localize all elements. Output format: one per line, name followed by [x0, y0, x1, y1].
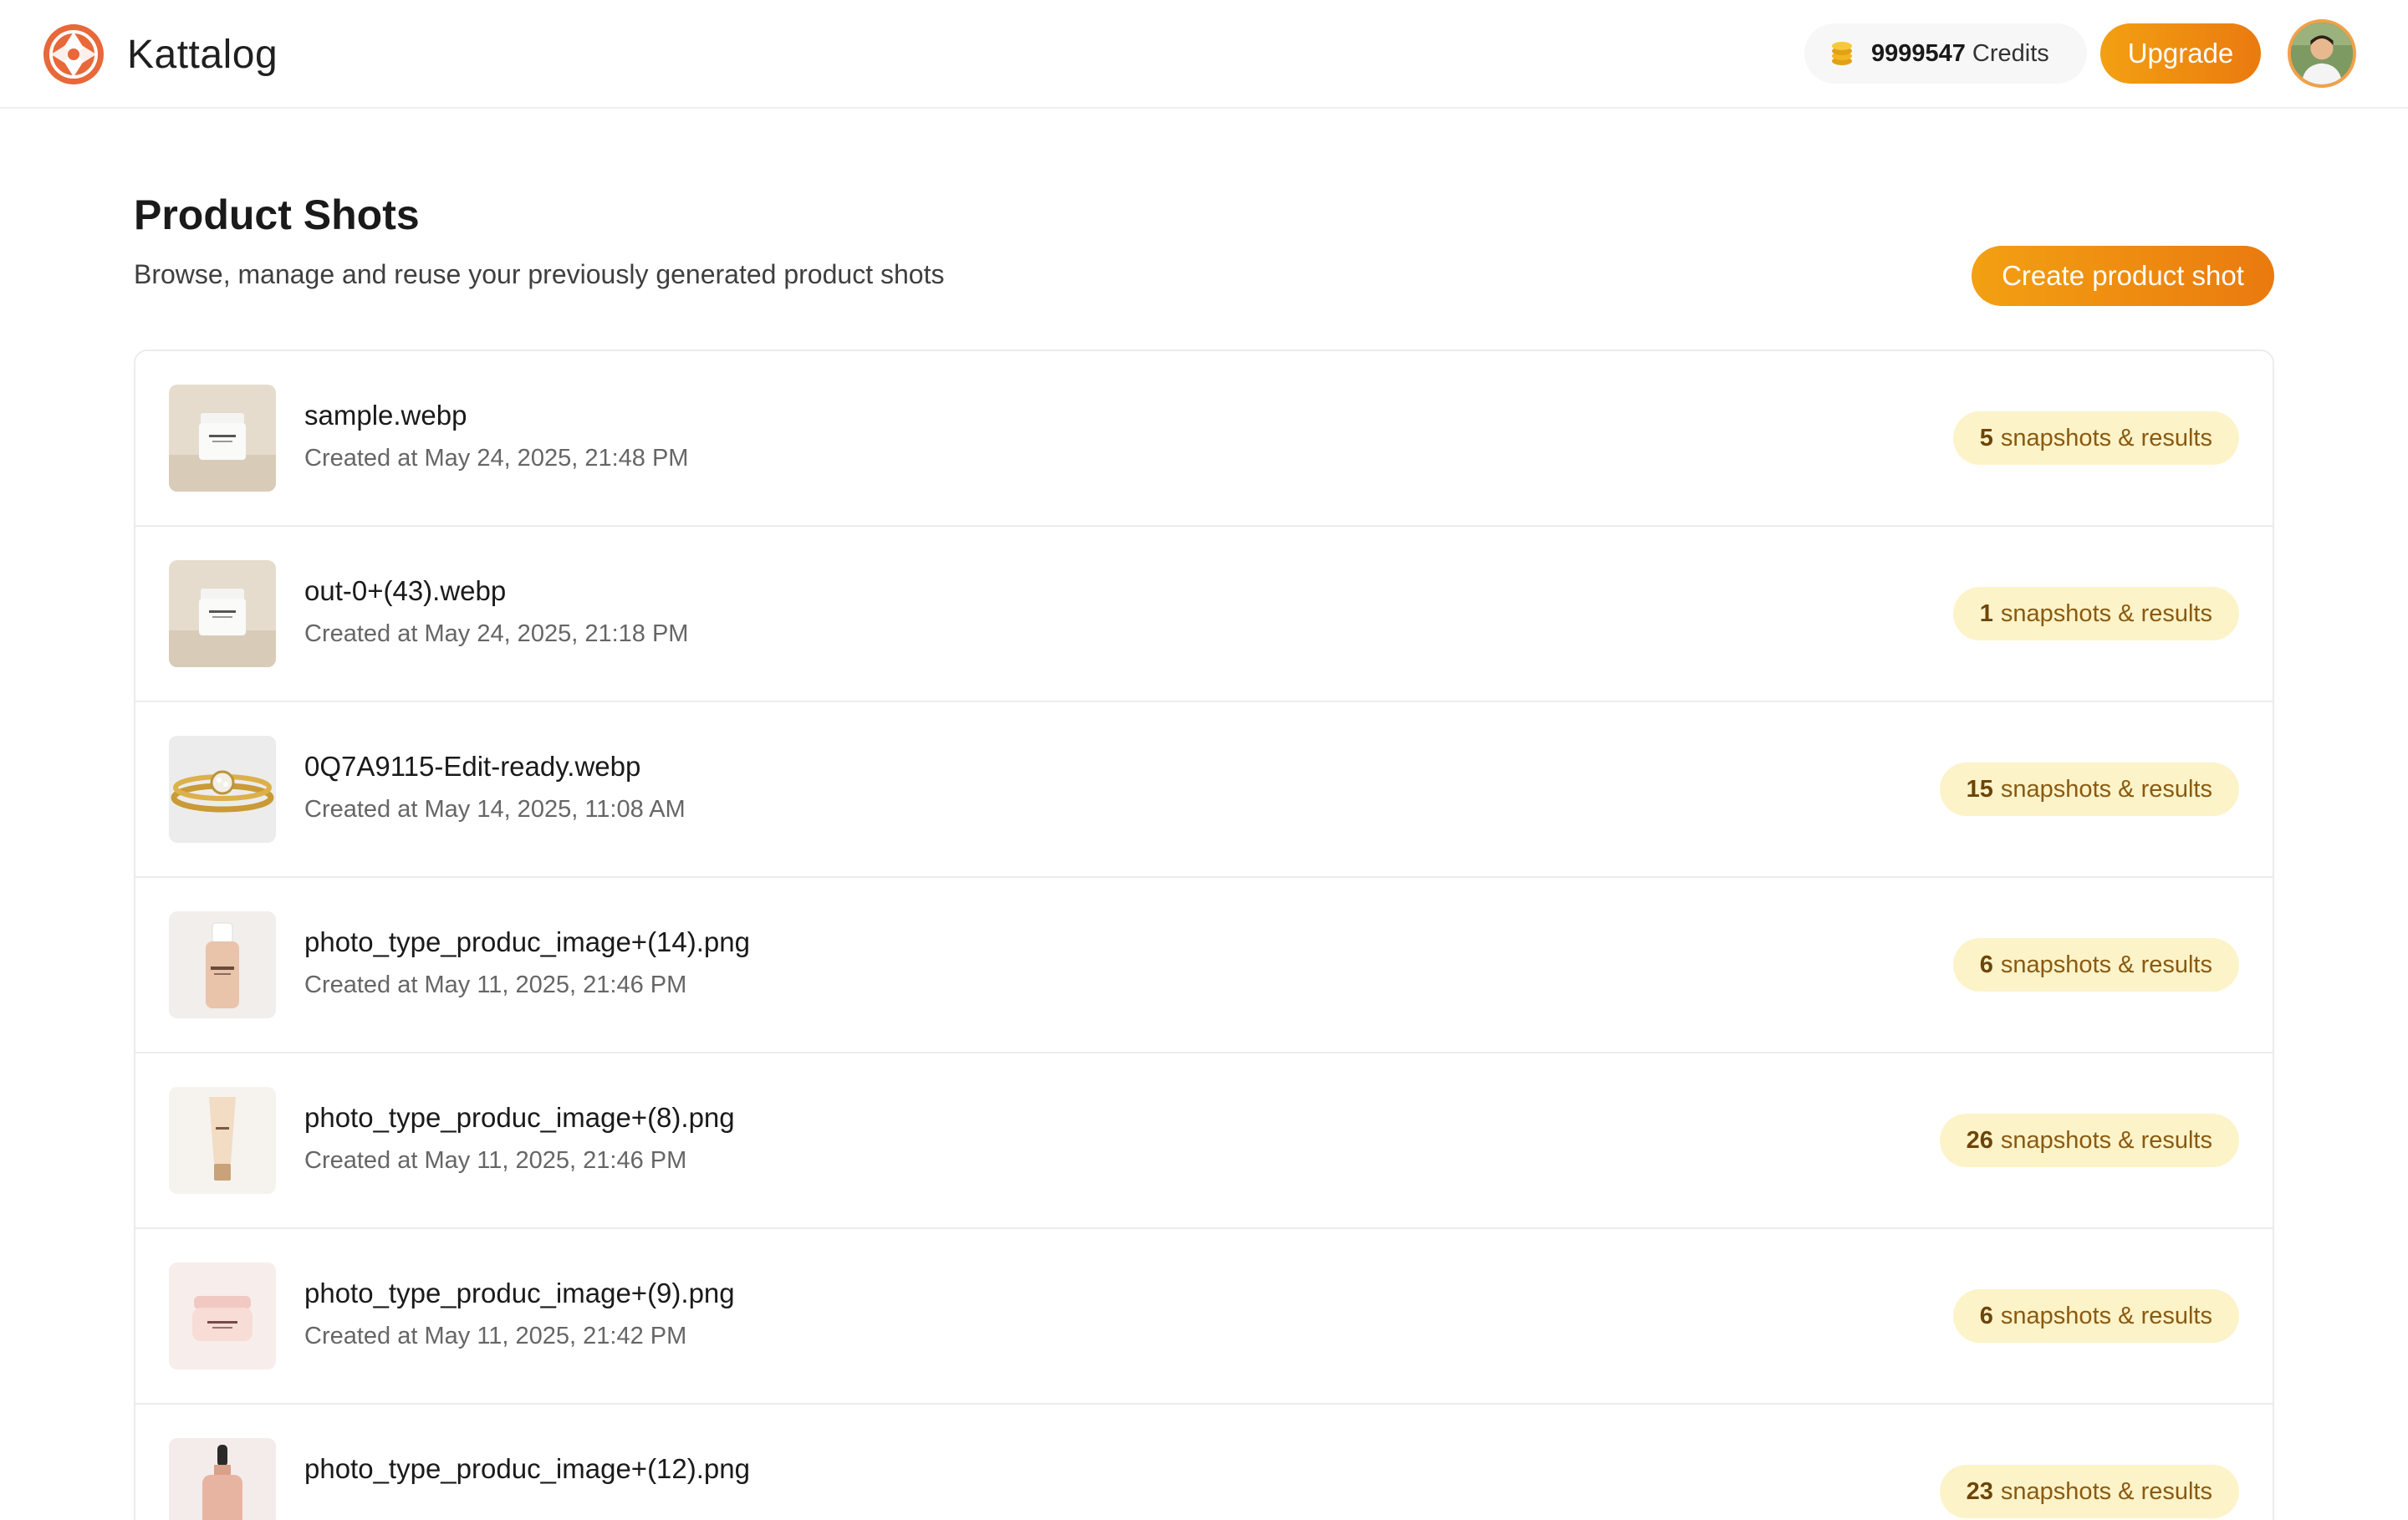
shot-name: 0Q7A9115-Edit-ready.webp [304, 751, 641, 782]
snapshots-count: 6 [1979, 951, 1993, 978]
dropper-bottle-image [169, 1438, 276, 1520]
upgrade-button[interactable]: Upgrade [2100, 23, 2261, 84]
snapshots-count-badge[interactable]: 23 snapshots & results [1939, 1465, 2239, 1518]
snapshots-count-badge[interactable]: 15 snapshots & results [1939, 763, 2239, 816]
shot-name: out-0+(43).webp [304, 575, 507, 606]
avatar-image [2291, 23, 2353, 84]
snapshots-count: 1 [1979, 599, 1993, 627]
cream-jar-image [169, 385, 276, 492]
snapshots-count-badge[interactable]: 6 snapshots & results [1952, 1289, 2239, 1343]
product-thumbnail [169, 560, 276, 667]
product-thumbnail [169, 1438, 276, 1520]
shot-name: photo_type_produc_image+(14).png [304, 926, 750, 957]
list-item[interactable]: photo_type_produc_image+(9).png Created … [135, 1229, 2273, 1405]
list-item[interactable]: photo_type_produc_image+(12).png 23 snaps… [135, 1405, 2273, 1520]
snapshots-count-badge[interactable]: 1 snapshots & results [1952, 587, 2239, 640]
shot-date: Created at May 14, 2025, 11:08 AM [304, 796, 686, 823]
create-product-shot-button[interactable]: Create product shot [1972, 246, 2274, 306]
shot-date: Created at May 11, 2025, 21:46 PM [304, 972, 687, 998]
snapshots-label: snapshots & results [2000, 951, 2212, 978]
coin-stack-icon [1832, 42, 1852, 65]
snapshots-label: snapshots & results [2000, 1477, 2212, 1505]
snapshots-count-badge[interactable]: 5 snapshots & results [1952, 411, 2239, 465]
product-thumbnail [169, 385, 276, 492]
list-item[interactable]: 0Q7A9115-Edit-ready.webp Created at May … [135, 702, 2273, 878]
shot-name: photo_type_produc_image+(9).png [304, 1278, 735, 1308]
product-thumbnail [169, 1087, 276, 1194]
gold-rings-image [169, 736, 276, 843]
pink-jar-image [169, 1262, 276, 1370]
shot-date: Created at May 11, 2025, 21:42 PM [304, 1323, 687, 1349]
shot-date: Created at May 24, 2025, 21:18 PM [304, 620, 689, 647]
product-thumbnail [169, 911, 276, 1018]
list-item[interactable]: sample.webp Created at May 24, 2025, 21:… [135, 351, 2273, 527]
user-avatar[interactable] [2288, 19, 2356, 88]
shot-name: photo_type_produc_image+(12).png [304, 1453, 750, 1484]
brand-name: Kattalog [127, 32, 278, 77]
page-title: Product Shots [134, 191, 420, 238]
credits-value: 9999547 [1871, 39, 1966, 67]
snapshots-label: snapshots & results [2000, 775, 2212, 803]
snapshots-count-badge[interactable]: 6 snapshots & results [1952, 938, 2239, 992]
snapshots-count: 23 [1966, 1477, 1993, 1505]
snapshots-label: snapshots & results [2000, 1126, 2212, 1154]
product-thumbnail [169, 1262, 276, 1370]
credits-label: Credits [1972, 39, 2049, 67]
snapshots-label: snapshots & results [2000, 1302, 2212, 1329]
kattalog-logo-icon [43, 24, 104, 84]
snapshots-label: snapshots & results [2000, 424, 2212, 451]
brand[interactable]: Kattalog [42, 22, 278, 87]
snapshots-label: snapshots & results [2000, 599, 2212, 627]
snapshots-count-badge[interactable]: 26 snapshots & results [1939, 1114, 2239, 1167]
snapshots-count: 6 [1979, 1302, 1993, 1329]
product-thumbnail [169, 736, 276, 843]
shot-date: Created at May 24, 2025, 21:48 PM [304, 445, 689, 472]
shot-date: Created at May 11, 2025, 21:46 PM [304, 1147, 687, 1174]
foundation-bottle-image [169, 911, 276, 1018]
shot-name: photo_type_produc_image+(8).png [304, 1102, 735, 1133]
top-bar: Kattalog 9999547 Credits Upgrade [0, 0, 2408, 109]
snapshots-count: 15 [1966, 775, 1993, 803]
product-shot-list: sample.webp Created at May 24, 2025, 21:… [134, 349, 2274, 1520]
snapshots-count: 26 [1966, 1126, 1993, 1154]
shot-name: sample.webp [304, 400, 467, 431]
snapshots-count: 5 [1979, 424, 1993, 451]
list-item[interactable]: photo_type_produc_image+(8).png Created … [135, 1053, 2273, 1229]
credits-indicator[interactable]: 9999547 Credits [1804, 23, 2087, 84]
list-item[interactable]: photo_type_produc_image+(14).png Created… [135, 878, 2273, 1053]
page-subtitle: Browse, manage and reuse your previously… [134, 259, 945, 289]
cream-jar-image [169, 560, 276, 667]
cream-tube-image [169, 1087, 276, 1194]
list-item[interactable]: out-0+(43).webp Created at May 24, 2025,… [135, 527, 2273, 702]
